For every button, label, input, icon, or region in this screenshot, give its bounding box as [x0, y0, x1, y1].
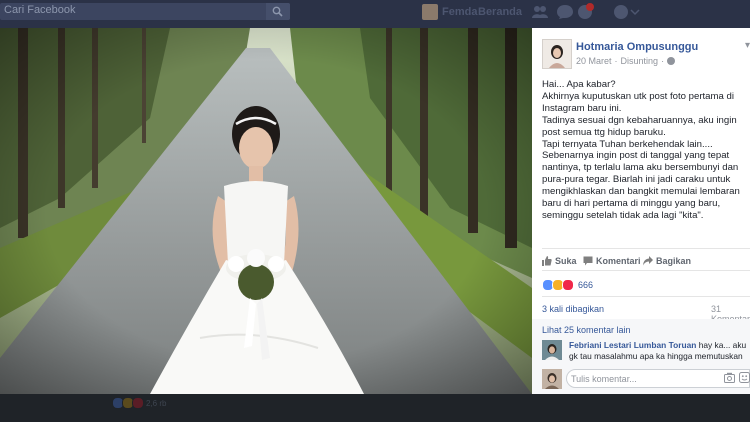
comment-item: Febriani Lestari Lumban Toruan hay ka...…: [569, 340, 750, 362]
post-date[interactable]: 20 Maret: [576, 56, 612, 66]
commenter-avatar-image: [542, 340, 562, 360]
share-icon: [643, 256, 653, 266]
author-avatar-image: [543, 40, 571, 68]
help-icon[interactable]: [612, 4, 630, 20]
search-input[interactable]: Cari Facebook: [4, 4, 76, 16]
share-count-link[interactable]: 3 kali dibagikan: [542, 304, 604, 314]
nav-home-link[interactable]: Beranda: [478, 6, 522, 18]
account-menu-chevron-icon[interactable]: [630, 4, 640, 20]
wedding-photo-illustration: [0, 28, 532, 394]
reaction-count: 666: [578, 280, 594, 290]
globe-icon: [667, 57, 676, 65]
love-reaction-icon: [562, 279, 574, 291]
current-user-avatar: [542, 369, 562, 389]
post-detail-panel: Hotmaria Ompusunggu 20 Maret · Disunting…: [532, 28, 750, 394]
edited-label[interactable]: Disunting: [621, 56, 659, 66]
background-reaction-summary: 2,6 rb: [112, 397, 166, 409]
reaction-summary[interactable]: 666: [542, 279, 593, 291]
divider: [542, 296, 750, 297]
divider: [542, 270, 750, 271]
like-label: Suka: [555, 256, 577, 266]
post-photo[interactable]: [0, 28, 532, 394]
meta-separator: ·: [614, 56, 618, 66]
comment-icon: [583, 256, 593, 266]
divider: [542, 248, 750, 249]
search-box[interactable]: Cari Facebook: [0, 3, 290, 20]
top-navigation-bar: Cari Facebook Femda Beranda: [0, 0, 750, 28]
post-options-button[interactable]: ▾: [745, 40, 750, 51]
current-user-avatar-image: [542, 369, 562, 389]
meta-separator: ·: [661, 56, 665, 66]
comments-section: Lihat 25 komentar lain Febriani Lestari …: [532, 319, 750, 394]
author-avatar[interactable]: [542, 39, 572, 69]
commenter-avatar[interactable]: [542, 340, 562, 360]
author-name-link[interactable]: Hotmaria Ompusunggu: [576, 41, 698, 53]
share-button[interactable]: Bagikan: [643, 256, 691, 266]
camera-icon[interactable]: [724, 372, 735, 383]
friend-requests-icon[interactable]: [531, 4, 549, 20]
view-more-comments-link[interactable]: Lihat 25 komentar lain: [542, 325, 631, 335]
search-button[interactable]: [266, 3, 290, 20]
comment-label: Komentari: [596, 256, 641, 266]
like-button[interactable]: Suka: [542, 256, 577, 266]
share-label: Bagikan: [656, 256, 692, 266]
search-icon: [272, 6, 283, 17]
thumbs-up-icon: [542, 256, 552, 266]
comment-input[interactable]: [566, 369, 750, 388]
sticker-icon[interactable]: [739, 372, 750, 383]
nav-profile-link[interactable]: Femda: [422, 4, 477, 20]
post-meta: 20 Maret · Disunting ·: [576, 56, 676, 66]
nav-profile-name: Femda: [442, 6, 478, 18]
notification-badge: [586, 3, 594, 11]
nav-avatar: [422, 4, 438, 20]
comment-button[interactable]: Komentari: [583, 256, 641, 266]
messages-icon[interactable]: [556, 4, 574, 20]
post-text: Hai... Apa kabar? Akhirnya kuputuskan ut…: [542, 79, 740, 221]
love-reaction-icon: [132, 397, 144, 409]
background-reaction-count: 2,6 rb: [146, 398, 167, 408]
commenter-name-link[interactable]: Febriani Lestari Lumban Toruan: [569, 340, 696, 350]
